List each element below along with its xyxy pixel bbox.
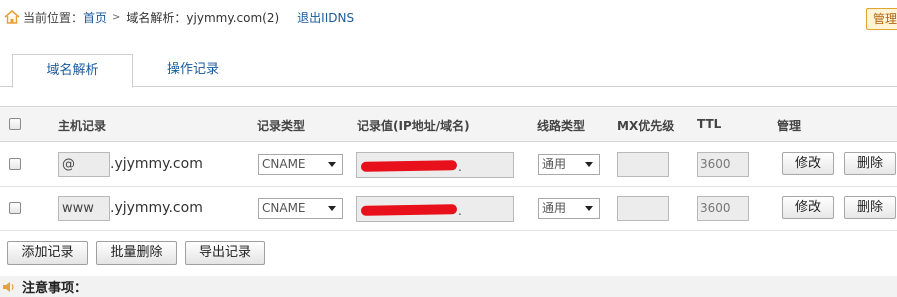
ttl-input[interactable]: 3600 [697,152,749,177]
breadcrumb-prefix: 当前位置： [23,10,84,25]
mx-priority-input[interactable] [617,196,669,221]
host-input[interactable]: @ [58,152,110,177]
header-ttl: TTL [697,117,722,131]
chevron-down-icon [328,206,336,211]
record-type-select[interactable]: CNAME [258,154,343,175]
add-record-button[interactable]: 添加记录 [7,241,88,265]
header-value: 记录值(IP地址/域名) [357,119,470,133]
redaction-mark [360,204,458,216]
ttl-input[interactable]: 3600 [697,196,749,221]
redaction-mark [360,160,458,172]
header-host: 主机记录 [58,119,107,133]
breadcrumb: 当前位置： 首页 > 域名解析：yjymmy.com(2) 退出IIDNS [0,0,897,34]
breadcrumb-home-link[interactable]: 首页 [83,9,107,26]
record-type-value: CNAME [262,201,306,215]
line-type-value: 通用 [542,157,567,171]
record-type-select[interactable]: CNAME [258,198,343,219]
domain-suffix: .yjymmy.com [110,200,203,216]
breadcrumb-current: 域名解析：yjymmy.com(2) [126,10,280,25]
table-header: 主机记录 记录类型 记录值(IP地址/域名) 线路类型 MX优先级 TTL 管理 [0,106,897,142]
header-mx: MX优先级 [617,119,675,133]
batch-delete-button[interactable]: 批量删除 [96,241,177,265]
export-records-button[interactable]: 导出记录 [185,241,265,265]
breadcrumb-separator: > [112,11,121,23]
manage-button[interactable]: 管理 [866,8,897,30]
table-row: @ .yjymmy.com CNAME . 通用 3600 修改 删除 [0,143,897,187]
line-type-select[interactable]: 通用 [538,154,600,175]
tab-bar: 域名解析 操作记录 [0,54,897,88]
logout-link[interactable]: 退出IIDNS [297,9,354,26]
edit-button[interactable]: 修改 [782,152,834,175]
mx-priority-input[interactable] [617,152,669,177]
record-value-tail: . [458,160,462,174]
record-value-input[interactable]: . [356,152,514,178]
delete-button[interactable]: 删除 [844,152,896,175]
edit-button[interactable]: 修改 [782,196,834,219]
header-type: 记录类型 [257,119,306,133]
record-type-value: CNAME [262,157,306,171]
delete-button[interactable]: 删除 [844,196,896,219]
table-row: www .yjymmy.com CNAME . 通用 3600 修改 删除 [0,187,897,231]
home-icon [4,10,20,24]
header-manage: 管理 [777,119,802,133]
tab-operation-log[interactable]: 操作记录 [150,54,236,87]
host-input[interactable]: www [58,196,110,221]
select-all-checkbox[interactable] [9,118,21,130]
chevron-down-icon [328,162,336,167]
line-type-value: 通用 [542,201,567,215]
speaker-icon [3,281,14,292]
notice-bar: 注意事项： [0,276,897,297]
record-value-tail: . [458,204,462,218]
record-value-input[interactable]: . [356,196,514,222]
row-checkbox[interactable] [9,202,21,214]
line-type-select[interactable]: 通用 [538,198,600,219]
domain-suffix: .yjymmy.com [110,156,203,172]
notice-title: 注意事项： [22,281,88,296]
tab-dns-records[interactable]: 域名解析 [12,54,133,88]
chevron-down-icon [585,206,593,211]
row-checkbox[interactable] [9,158,21,170]
header-line: 线路类型 [537,119,586,133]
chevron-down-icon [585,162,593,167]
